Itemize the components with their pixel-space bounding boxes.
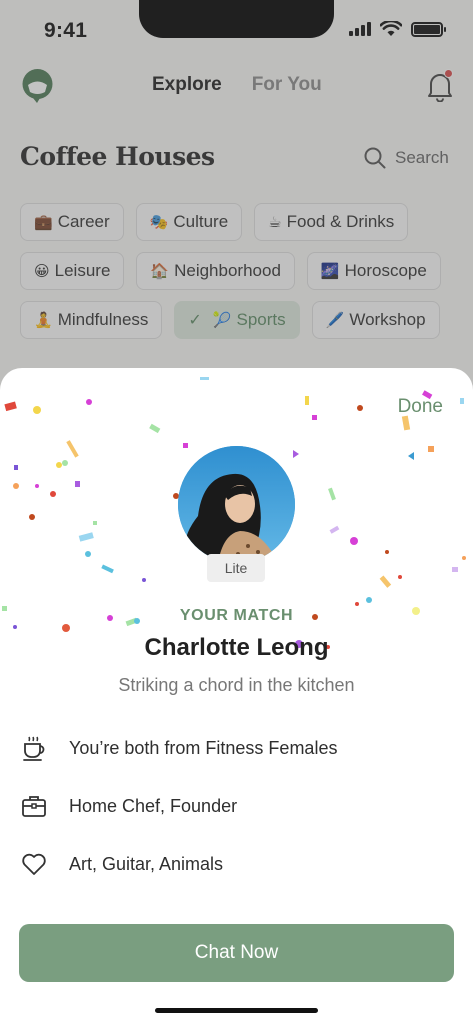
profile-photo (178, 446, 295, 563)
coffee-cup-icon (20, 734, 48, 762)
heart-icon (20, 850, 48, 878)
detail-text: Art, Guitar, Animals (69, 853, 224, 874)
detail-row-community: You’re both from Fitness Females (20, 734, 337, 762)
home-indicator[interactable] (155, 1008, 318, 1013)
detail-text: Home Chef, Founder (69, 795, 238, 816)
explore-screen: 9:41 Explore For You Coffee Houses Searc… (0, 0, 473, 1023)
match-label: YOUR MATCH (179, 607, 294, 624)
detail-text: You’re both from Fitness Females (69, 737, 338, 758)
chat-now-button[interactable]: Chat Now (19, 924, 454, 982)
detail-row-interests: Art, Guitar, Animals (20, 850, 223, 878)
match-tagline: Striking a chord in the kitchen (118, 675, 355, 695)
tier-badge: Lite (207, 554, 265, 582)
avatar (178, 446, 295, 563)
detail-row-occupation: Home Chef, Founder (20, 792, 237, 820)
done-button[interactable]: Done (398, 396, 443, 418)
briefcase-icon (20, 792, 48, 820)
match-bottom-sheet: Done Lite YOUR MATCH Charlotte Leong Str… (0, 368, 473, 1023)
match-name: Charlotte Leong (144, 634, 329, 661)
